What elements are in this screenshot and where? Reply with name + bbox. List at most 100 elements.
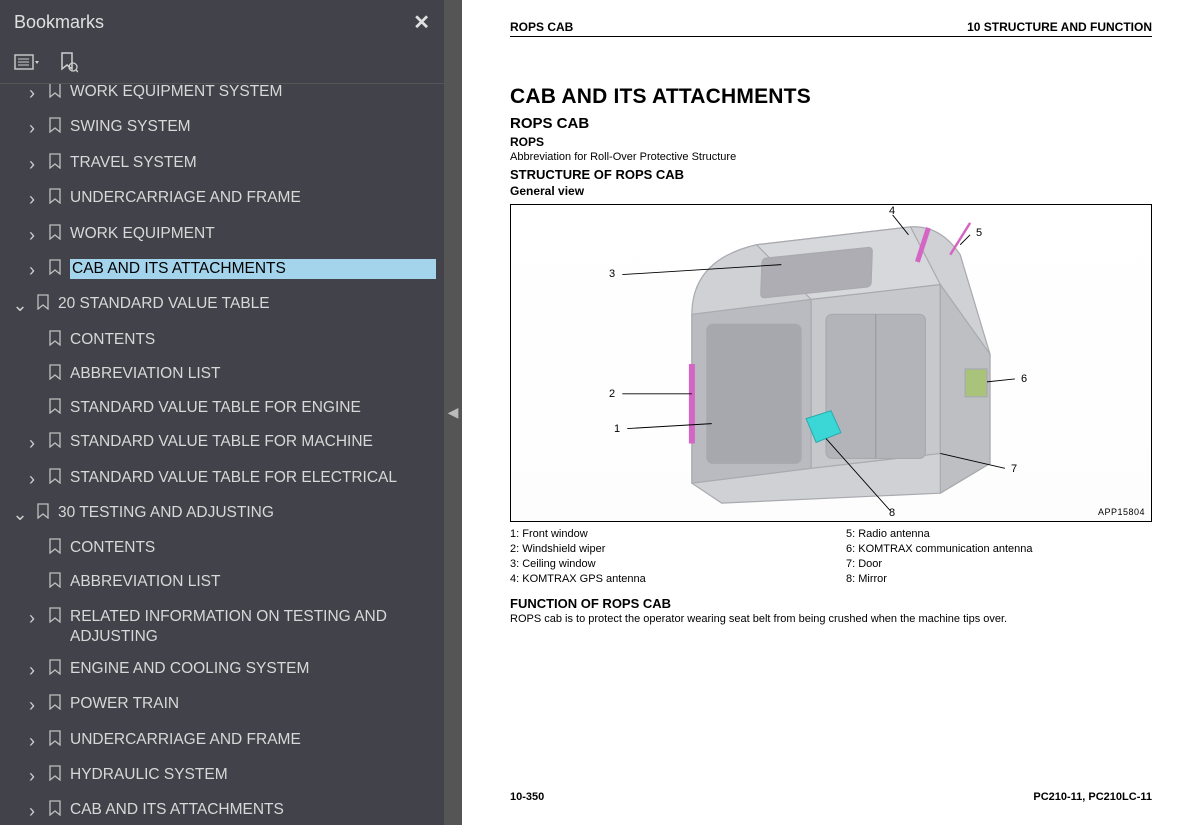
bookmark-icon xyxy=(48,84,62,104)
chevron-right-icon[interactable]: › xyxy=(24,800,40,823)
bookmark-icon xyxy=(48,330,62,352)
chevron-right-icon[interactable]: › xyxy=(24,259,40,282)
chevron-right-icon[interactable]: › xyxy=(24,153,40,176)
chevron-right-icon[interactable]: › xyxy=(24,730,40,753)
bookmark-item[interactable]: ›SWING SYSTEM xyxy=(0,111,444,146)
chevron-down-icon[interactable]: ⌄ xyxy=(12,294,28,317)
bookmark-label: 20 STANDARD VALUE TABLE xyxy=(58,294,436,314)
bookmark-label: UNDERCARRIAGE AND FRAME xyxy=(70,188,436,208)
bookmark-item[interactable]: ABBREVIATION LIST xyxy=(0,358,444,392)
bookmark-item[interactable]: ›TRAVEL SYSTEM xyxy=(0,147,444,182)
general-view-heading: General view xyxy=(510,184,1152,198)
bookmark-item[interactable]: ›POWER TRAIN xyxy=(0,688,444,723)
bookmark-item[interactable]: ›ENGINE AND COOLING SYSTEM xyxy=(0,653,444,688)
callout-7: 7 xyxy=(1011,463,1017,475)
bookmark-item[interactable]: › HYDRAULIC SYSTEM xyxy=(0,759,444,794)
bookmark-item[interactable]: STANDARD VALUE TABLE FOR ENGINE xyxy=(0,392,444,426)
bookmark-item[interactable]: CONTENTS xyxy=(0,532,444,566)
bookmarks-header: Bookmarks ✕ xyxy=(0,0,444,45)
bookmark-label: STANDARD VALUE TABLE FOR MACHINE xyxy=(70,432,436,452)
collapse-sidebar-button[interactable]: ◀ xyxy=(444,0,462,825)
bookmark-item[interactable]: ›CAB AND ITS ATTACHMENTS xyxy=(0,253,444,288)
bookmarks-title: Bookmarks xyxy=(14,12,104,33)
bookmark-label: UNDERCARRIAGE AND FRAME xyxy=(70,730,436,750)
bookmark-item[interactable]: › UNDERCARRIAGE AND FRAME xyxy=(0,724,444,759)
legend-item: 6: KOMTRAX communication antenna xyxy=(846,543,1152,555)
bookmarks-tree[interactable]: ›WORK EQUIPMENT SYSTEM›SWING SYSTEM›TRAV… xyxy=(0,84,444,825)
bookmark-item[interactable]: ›WORK EQUIPMENT SYSTEM xyxy=(0,84,444,111)
callout-3: 3 xyxy=(609,268,615,280)
legend-col-left: 1: Front window 2: Windshield wiper 3: C… xyxy=(510,528,816,588)
chevron-right-icon[interactable]: › xyxy=(24,607,40,630)
chevron-right-icon[interactable]: › xyxy=(24,765,40,788)
bookmark-icon xyxy=(48,659,62,681)
legend-item: 5: Radio antenna xyxy=(846,528,1152,540)
structure-heading: STRUCTURE OF ROPS CAB xyxy=(510,167,1152,182)
callout-4: 4 xyxy=(889,205,895,217)
chevron-right-icon[interactable]: › xyxy=(24,188,40,211)
legend-item: 2: Windshield wiper xyxy=(510,543,816,555)
function-text: ROPS cab is to protect the operator wear… xyxy=(510,613,1152,625)
bookmark-icon xyxy=(36,294,50,316)
bookmark-item[interactable]: › RELATED INFORMATION ON TESTING AND ADJU… xyxy=(0,601,444,653)
bookmark-label: ABBREVIATION LIST xyxy=(70,364,436,384)
legend-col-right: 5: Radio antenna 6: KOMTRAX communicatio… xyxy=(846,528,1152,588)
bookmark-label: WORK EQUIPMENT xyxy=(70,224,436,244)
bookmark-item[interactable]: ⌄ 30 TESTING AND ADJUSTING xyxy=(0,497,444,532)
legend-item: 3: Ceiling window xyxy=(510,558,816,570)
bookmark-icon xyxy=(48,538,62,560)
bookmark-icon xyxy=(48,224,62,246)
bookmark-icon xyxy=(48,572,62,594)
callout-6: 6 xyxy=(1021,373,1027,385)
bookmark-label: CONTENTS xyxy=(70,538,436,558)
bookmark-icon xyxy=(48,468,62,490)
bookmark-item[interactable]: › CAB AND ITS ATTACHMENTS xyxy=(0,794,444,825)
legend-item: 1: Front window xyxy=(510,528,816,540)
chevron-down-icon[interactable]: ⌄ xyxy=(12,503,28,526)
bookmark-item[interactable]: CONTENTS xyxy=(0,324,444,358)
figure-legend: 1: Front window 2: Windshield wiper 3: C… xyxy=(510,528,1152,588)
bookmark-label: CAB AND ITS ATTACHMENTS xyxy=(70,800,436,820)
options-icon[interactable] xyxy=(14,52,40,72)
callout-5: 5 xyxy=(976,227,982,239)
header-left: ROPS CAB xyxy=(510,20,573,34)
bookmark-icon xyxy=(48,765,62,787)
chevron-right-icon[interactable]: › xyxy=(24,468,40,491)
bookmark-item[interactable]: › UNDERCARRIAGE AND FRAME xyxy=(0,182,444,217)
page-running-header: ROPS CAB 10 STRUCTURE AND FUNCTION xyxy=(510,20,1152,37)
bookmark-item[interactable]: › STANDARD VALUE TABLE FOR MACHINE xyxy=(0,426,444,461)
find-bookmark-icon[interactable] xyxy=(58,51,78,73)
page-footer: 10-350 PC210-11, PC210LC-11 xyxy=(510,771,1152,803)
chevron-right-icon[interactable]: › xyxy=(24,117,40,140)
legend-item: 4: KOMTRAX GPS antenna xyxy=(510,573,816,585)
header-right: 10 STRUCTURE AND FUNCTION xyxy=(967,20,1152,34)
cab-figure: 1 2 3 4 5 6 7 8 APP15804 xyxy=(510,204,1152,522)
bookmark-item[interactable]: › WORK EQUIPMENT xyxy=(0,218,444,253)
chevron-left-icon: ◀ xyxy=(448,404,459,421)
bookmark-label: STANDARD VALUE TABLE FOR ENGINE xyxy=(70,398,436,418)
bookmark-item[interactable]: ›STANDARD VALUE TABLE FOR ELECTRICAL xyxy=(0,462,444,497)
chevron-right-icon[interactable]: › xyxy=(24,432,40,455)
chevron-right-icon[interactable]: › xyxy=(24,224,40,247)
bookmark-icon xyxy=(48,694,62,716)
chevron-right-icon[interactable]: › xyxy=(24,659,40,682)
bookmark-icon xyxy=(48,607,62,629)
function-heading: FUNCTION OF ROPS CAB xyxy=(510,596,1152,611)
bookmark-item[interactable]: ⌄ 20 STANDARD VALUE TABLE xyxy=(0,288,444,323)
bookmark-item[interactable]: ABBREVIATION LIST xyxy=(0,566,444,600)
bookmark-label: ABBREVIATION LIST xyxy=(70,572,436,592)
chevron-right-icon[interactable]: › xyxy=(24,694,40,717)
heading-1: CAB AND ITS ATTACHMENTS xyxy=(510,85,1152,109)
heading-2: ROPS CAB xyxy=(510,115,1152,132)
chevron-right-icon[interactable]: › xyxy=(24,84,40,105)
bookmark-label: HYDRAULIC SYSTEM xyxy=(70,765,436,785)
legend-item: 8: Mirror xyxy=(846,573,1152,585)
close-icon[interactable]: ✕ xyxy=(413,10,430,35)
bookmark-icon xyxy=(48,398,62,420)
bookmark-label: 30 TESTING AND ADJUSTING xyxy=(58,503,436,523)
callout-2: 2 xyxy=(609,388,615,400)
bookmark-label: RELATED INFORMATION ON TESTING AND ADJUS… xyxy=(70,607,436,647)
abbreviation-text: Abbreviation for Roll-Over Protective St… xyxy=(510,151,1152,163)
bookmark-icon xyxy=(48,800,62,822)
bookmark-icon xyxy=(36,503,50,525)
